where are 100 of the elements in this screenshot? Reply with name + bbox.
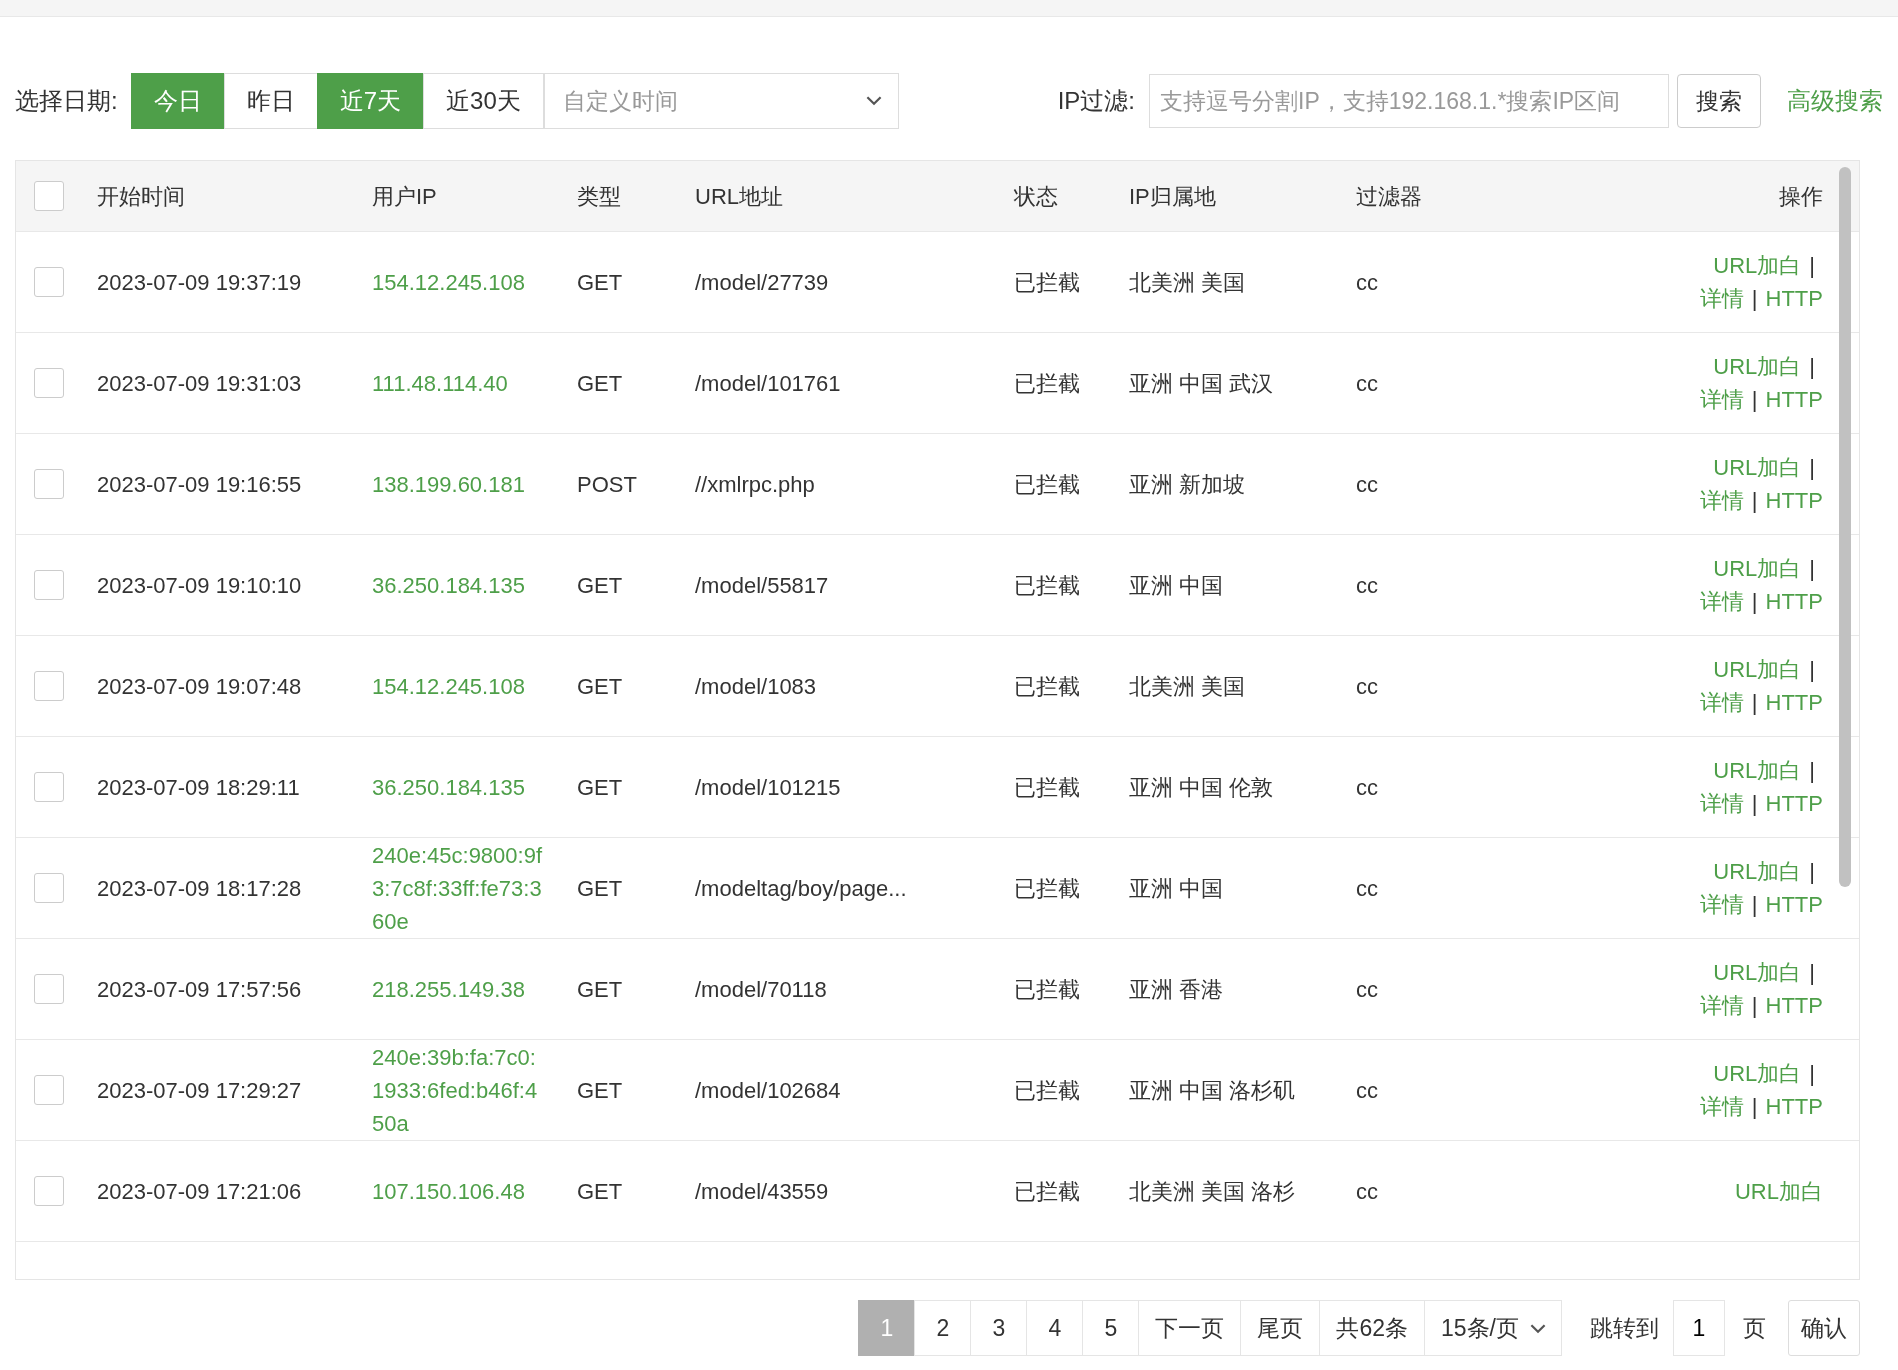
action-link[interactable]: HTTP (1765, 690, 1823, 715)
page-button[interactable]: 1 (858, 1300, 916, 1356)
action-separator: | (1751, 286, 1758, 311)
action-link[interactable]: URL加白 (1713, 556, 1802, 581)
action-link[interactable]: HTTP (1765, 993, 1823, 1018)
date-range-button[interactable]: 近30天 (423, 73, 544, 129)
action-link[interactable]: 详情 (1699, 791, 1744, 816)
status-cell: 已拦截 (1014, 875, 1080, 901)
action-link[interactable]: 详情 (1699, 589, 1744, 614)
custom-time-dropdown[interactable]: 自定义时间 (543, 73, 899, 129)
row-checkbox[interactable] (33, 974, 64, 1004)
ip-link[interactable]: 154.12.245.108 (372, 265, 545, 299)
action-separator: | (1809, 253, 1815, 278)
scrollbar-thumb[interactable] (1839, 167, 1851, 887)
action-link[interactable]: HTTP (1765, 1094, 1823, 1119)
ip-link[interactable]: 107.150.106.48 (372, 1174, 545, 1208)
search-button[interactable]: 搜索 (1677, 74, 1761, 128)
action-link[interactable]: 详情 (1699, 387, 1744, 412)
action-link[interactable]: URL加白 (1713, 455, 1802, 480)
url-cell: /model/102684 (695, 1077, 841, 1103)
row-checkbox[interactable] (33, 368, 64, 398)
advanced-search-link[interactable]: 高级搜索 (1787, 85, 1883, 117)
action-link[interactable]: 详情 (1699, 488, 1744, 513)
row-checkbox[interactable] (33, 772, 64, 802)
action-link[interactable]: HTTP (1765, 589, 1823, 614)
row-checkbox[interactable] (33, 267, 64, 297)
url-cell: //xmlrpc.php (695, 471, 815, 497)
action-link[interactable]: URL加白 (1713, 1061, 1802, 1086)
select-all-checkbox[interactable] (33, 181, 64, 211)
jump-page-field[interactable]: 1 (1673, 1300, 1725, 1356)
ip-filter-label: IP过滤: (1057, 86, 1135, 116)
action-link[interactable]: URL加白 (1713, 253, 1802, 278)
action-link[interactable]: 详情 (1699, 1094, 1744, 1119)
filter-cell: cc (1356, 471, 1378, 497)
column-header: 类型 (577, 183, 621, 209)
action-link[interactable]: 详情 (1699, 690, 1744, 715)
action-link[interactable]: HTTP (1765, 791, 1823, 816)
row-checkbox[interactable] (33, 671, 64, 701)
date-range-button[interactable]: 近7天 (316, 73, 425, 129)
ip-link[interactable]: 218.255.149.38 (372, 972, 545, 1006)
action-link[interactable]: 详情 (1699, 892, 1744, 917)
action-separator: | (1809, 859, 1815, 884)
row-checkbox[interactable] (33, 873, 64, 903)
column-header: URL地址 (695, 183, 783, 209)
method-cell: GET (577, 774, 623, 800)
action-separator: | (1809, 657, 1815, 682)
url-cell: /model/55817 (695, 572, 829, 598)
ip-link[interactable]: 240e:45c:9800:9f3:7c8f:33ff:fe73:360e (372, 838, 545, 938)
action-link[interactable]: URL加白 (1713, 758, 1802, 783)
row-checkbox[interactable] (33, 469, 64, 499)
ip-link[interactable]: 111.48.114.40 (372, 366, 545, 400)
action-link[interactable]: URL加白 (1735, 1178, 1823, 1204)
action-link[interactable]: HTTP (1765, 488, 1823, 513)
method-cell: GET (577, 1178, 623, 1204)
page-button[interactable]: 5 (1082, 1300, 1140, 1356)
action-link[interactable]: 详情 (1699, 993, 1744, 1018)
ip-link[interactable]: 138.199.60.181 (372, 467, 545, 501)
location-cell: 亚洲 新加坡 (1129, 471, 1246, 497)
action-link[interactable]: URL加白 (1713, 960, 1802, 985)
time-cell: 2023-07-09 17:57:56 (97, 976, 302, 1002)
method-cell: GET (577, 875, 623, 901)
date-range-button[interactable]: 昨日 (223, 73, 318, 129)
action-link[interactable]: URL加白 (1713, 354, 1802, 379)
method-cell: GET (577, 976, 623, 1002)
ip-link[interactable]: 36.250.184.135 (372, 568, 545, 602)
page-size-dropdown[interactable]: 15条/页 (1424, 1300, 1562, 1356)
confirm-button[interactable]: 确认 (1788, 1300, 1860, 1356)
action-link[interactable]: HTTP (1765, 892, 1823, 917)
ip-link[interactable]: 154.12.245.108 (372, 669, 545, 703)
ip-filter-field[interactable]: 支持逗号分割IP，支持192.168.1.*搜索IP区间 (1149, 74, 1669, 128)
filter-cell: cc (1356, 1077, 1378, 1103)
row-checkbox[interactable] (33, 1176, 64, 1206)
chevron-down-icon (864, 95, 883, 106)
action-link[interactable]: URL加白 (1713, 859, 1802, 884)
time-cell: 2023-07-09 17:29:27 (97, 1077, 302, 1103)
page-button[interactable]: 2 (914, 1300, 972, 1356)
time-cell: 2023-07-09 19:37:19 (97, 269, 302, 295)
ip-link[interactable]: 36.250.184.135 (372, 770, 545, 804)
location-cell: 亚洲 中国 (1129, 875, 1224, 901)
ip-link[interactable]: 240e:39b:fa:7c0:1933:6fed:b46f:450a (372, 1040, 545, 1140)
page-button[interactable]: 3 (970, 1300, 1028, 1356)
row-checkbox[interactable] (33, 570, 64, 600)
page-button[interactable]: 4 (1026, 1300, 1084, 1356)
status-cell: 已拦截 (1014, 370, 1080, 396)
column-header: 状态 (1014, 183, 1058, 209)
action-separator: | (1809, 455, 1815, 480)
action-link[interactable]: HTTP (1765, 286, 1823, 311)
page-unit-label: 页 (1743, 1313, 1766, 1343)
action-separator: | (1751, 387, 1758, 412)
action-link[interactable]: 详情 (1699, 286, 1744, 311)
date-range-button[interactable]: 今日 (130, 73, 225, 129)
filter-cell: cc (1356, 774, 1378, 800)
action-link[interactable]: HTTP (1765, 387, 1823, 412)
method-cell: GET (577, 572, 623, 598)
last-page-button[interactable]: 尾页 (1240, 1300, 1321, 1356)
row-checkbox[interactable] (33, 1075, 64, 1105)
action-separator: | (1751, 488, 1758, 513)
next-page-button[interactable]: 下一页 (1138, 1300, 1242, 1356)
action-link[interactable]: URL加白 (1713, 657, 1802, 682)
status-cell: 已拦截 (1014, 774, 1080, 800)
